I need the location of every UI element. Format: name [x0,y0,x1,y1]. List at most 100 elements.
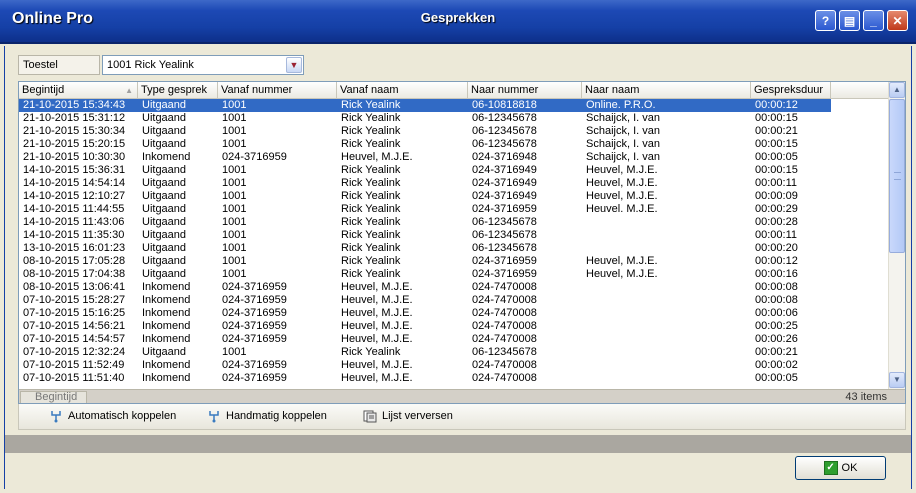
scroll-down-button[interactable]: ▼ [889,372,905,388]
table-row[interactable]: 07-10-2015 12:32:24 Uitgaand 1001 Rick Yeal… [19,346,831,359]
cell-gespreksduur: 00:00:15 [755,112,798,124]
cell-vanaf-naam: Heuvel, M.J.E. [341,281,413,293]
cell-naar-naam [582,346,751,359]
auto-link-button[interactable]: Automatisch koppelen [49,409,176,423]
cell-gespreksduur: 00:00:08 [755,281,798,293]
table-row[interactable]: 13-10-2015 16:01:23 Uitgaand 1001 Rick Yeal… [19,242,831,255]
cell-type-gesprek: Uitgaand [142,190,187,202]
cell-vanaf-nummer: 1001 [222,138,247,150]
column-header-naar-nummer[interactable]: Naar nummer [468,82,582,99]
cell-gespreksduur: 00:00:16 [755,268,798,280]
chevron-down-icon[interactable]: ▼ [286,57,302,73]
cell-vanaf-nummer: 1001 [222,268,247,280]
cell-gespreksduur: 00:00:05 [755,151,798,163]
sort-ascending-icon: ▲ [125,86,133,95]
cell-vanaf-naam: Heuvel, M.J.E. [341,307,413,319]
cell-naar-nummer: 06-12345678 [472,216,537,228]
table-row[interactable]: 21-10-2015 15:30:34 Uitgaand 1001 Rick Yeal… [19,125,831,138]
table-row[interactable]: 21-10-2015 15:34:43 Uitgaand 1001 Rick Yeal… [19,99,831,112]
minimize-button[interactable]: _ [863,10,884,31]
cell-begintijd: 08-10-2015 13:06:41 [23,281,126,293]
column-header-begintijd[interactable]: Begintijd ▲ [19,82,138,99]
cell-gespreksduur: 00:00:12 [755,99,798,111]
cell-naar-naam: Heuvel, M.J.E. [586,164,658,176]
table-row[interactable]: 07-10-2015 11:52:49 Inkomend 024-3716959 He… [19,359,831,372]
table-row[interactable]: 14-10-2015 12:10:27 Uitgaand 1001 Rick Yeal… [19,190,831,203]
toestel-select[interactable]: 1001 Rick Yealink ▼ [102,55,304,75]
close-button[interactable]: ✕ [887,10,908,31]
cell-naar-nummer: 06-12345678 [472,346,537,358]
table-row[interactable]: 07-10-2015 14:54:57 Inkomend 024-3716959 He… [19,333,831,346]
cell-naar-naam: Schaijck, I. van [586,125,660,137]
table-row[interactable]: 08-10-2015 17:04:38 Uitgaand 1001 Rick Yeal… [19,268,831,281]
cell-naar-nummer: 024-7470008 [472,307,537,319]
table-row[interactable]: 14-10-2015 15:36:31 Uitgaand 1001 Rick Yeal… [19,164,831,177]
table-row[interactable]: 14-10-2015 14:54:14 Uitgaand 1001 Rick Yeal… [19,177,831,190]
window-title: Gesprekken [420,10,496,25]
cell-type-gesprek: Inkomend [142,359,191,371]
column-header-vanaf-naam[interactable]: Vanaf naam [337,82,468,99]
cell-vanaf-naam: Rick Yealink [341,242,401,254]
scroll-thumb[interactable] [889,99,905,253]
cell-type-gesprek: Inkomend [142,294,191,306]
cell-vanaf-naam: Rick Yealink [341,268,401,280]
cell-begintijd: 14-10-2015 11:35:30 [23,229,125,241]
table-row[interactable]: 07-10-2015 11:51:40 Inkomend 024-3716959 He… [19,372,831,385]
cell-naar-nummer: 06-10818818 [472,99,537,111]
cell-vanaf-nummer: 024-3716959 [222,320,287,332]
cell-naar-nummer: 024-3716948 [472,151,537,163]
manual-link-label: Handmatig koppelen [226,410,327,422]
group-by-field[interactable]: Begintijd [20,391,87,403]
cell-gespreksduur: 00:00:06 [755,307,798,319]
bottom-band [5,435,911,453]
cell-gespreksduur: 00:00:20 [755,242,798,254]
cell-naar-naam: Heuvel, M.J.E. [586,268,658,280]
refresh-list-button[interactable]: Lijst verversen [363,409,453,423]
ok-button[interactable]: ✓ OK [795,456,886,480]
cell-naar-nummer: 024-3716959 [472,203,537,215]
cell-type-gesprek: Uitgaand [142,242,187,254]
help-button[interactable]: ? [815,10,836,31]
export-icon[interactable]: ▤ [839,10,860,31]
cell-vanaf-naam: Rick Yealink [341,203,401,215]
table-row[interactable]: 08-10-2015 13:06:41 Inkomend 024-3716959 He… [19,281,831,294]
column-header-gespreksduur[interactable]: Gespreksduur [751,82,831,99]
cell-begintijd: 14-10-2015 11:43:06 [23,216,125,228]
table-row[interactable]: 21-10-2015 15:31:12 Uitgaand 1001 Rick Yeal… [19,112,831,125]
cell-naar-naam [582,242,751,255]
cell-naar-naam [582,281,751,294]
column-header-vanaf-nummer[interactable]: Vanaf nummer [218,82,337,99]
cell-vanaf-nummer: 024-3716959 [222,359,287,371]
table-row[interactable]: 07-10-2015 14:56:21 Inkomend 024-3716959 He… [19,320,831,333]
column-header-type-gesprek[interactable]: Type gesprek [138,82,218,99]
table-header: Begintijd ▲ Type gesprek Vanaf nummer Vanaf … [19,82,889,99]
cell-vanaf-naam: Heuvel, M.J.E. [341,359,413,371]
scroll-up-button[interactable]: ▲ [889,82,905,98]
column-header-naar-naam[interactable]: Naar naam [582,82,751,99]
cell-naar-naam: Heuvel, M.J.E. [586,177,658,189]
table-row[interactable]: 21-10-2015 15:20:15 Uitgaand 1001 Rick Yeal… [19,138,831,151]
auto-link-icon [51,411,61,423]
cell-type-gesprek: Uitgaand [142,229,187,241]
cell-gespreksduur: 00:00:15 [755,164,798,176]
table-row[interactable]: 14-10-2015 11:43:06 Uitgaand 1001 Rick Yeal… [19,216,831,229]
table-row[interactable]: 21-10-2015 10:30:30 Inkomend 024-3716959 He… [19,151,831,164]
cell-vanaf-naam: Rick Yealink [341,99,401,111]
cell-vanaf-nummer: 1001 [222,255,247,267]
table-row[interactable]: 14-10-2015 11:44:55 Uitgaand 1001 Rick Yeal… [19,203,831,216]
cell-begintijd: 13-10-2015 16:01:23 [23,242,126,254]
table-row[interactable]: 08-10-2015 17:05:28 Uitgaand 1001 Rick Yeal… [19,255,831,268]
manual-link-button[interactable]: Handmatig koppelen [207,409,327,423]
cell-vanaf-naam: Rick Yealink [341,229,401,241]
cell-begintijd: 21-10-2015 10:30:30 [23,151,126,163]
cell-vanaf-naam: Rick Yealink [341,346,401,358]
table-row[interactable]: 07-10-2015 15:28:27 Inkomend 024-3716959 He… [19,294,831,307]
table-row[interactable]: 14-10-2015 11:35:30 Uitgaand 1001 Rick Yeal… [19,229,831,242]
vertical-scrollbar[interactable]: ▲ ▼ [888,82,905,389]
cell-gespreksduur: 00:00:11 [755,177,798,189]
table-row[interactable]: 07-10-2015 15:16:25 Inkomend 024-3716959 He… [19,307,831,320]
cell-vanaf-naam: Rick Yealink [341,138,401,150]
cell-naar-nummer: 024-7470008 [472,294,537,306]
cell-vanaf-nummer: 1001 [222,203,247,215]
cell-begintijd: 14-10-2015 14:54:14 [23,177,126,189]
